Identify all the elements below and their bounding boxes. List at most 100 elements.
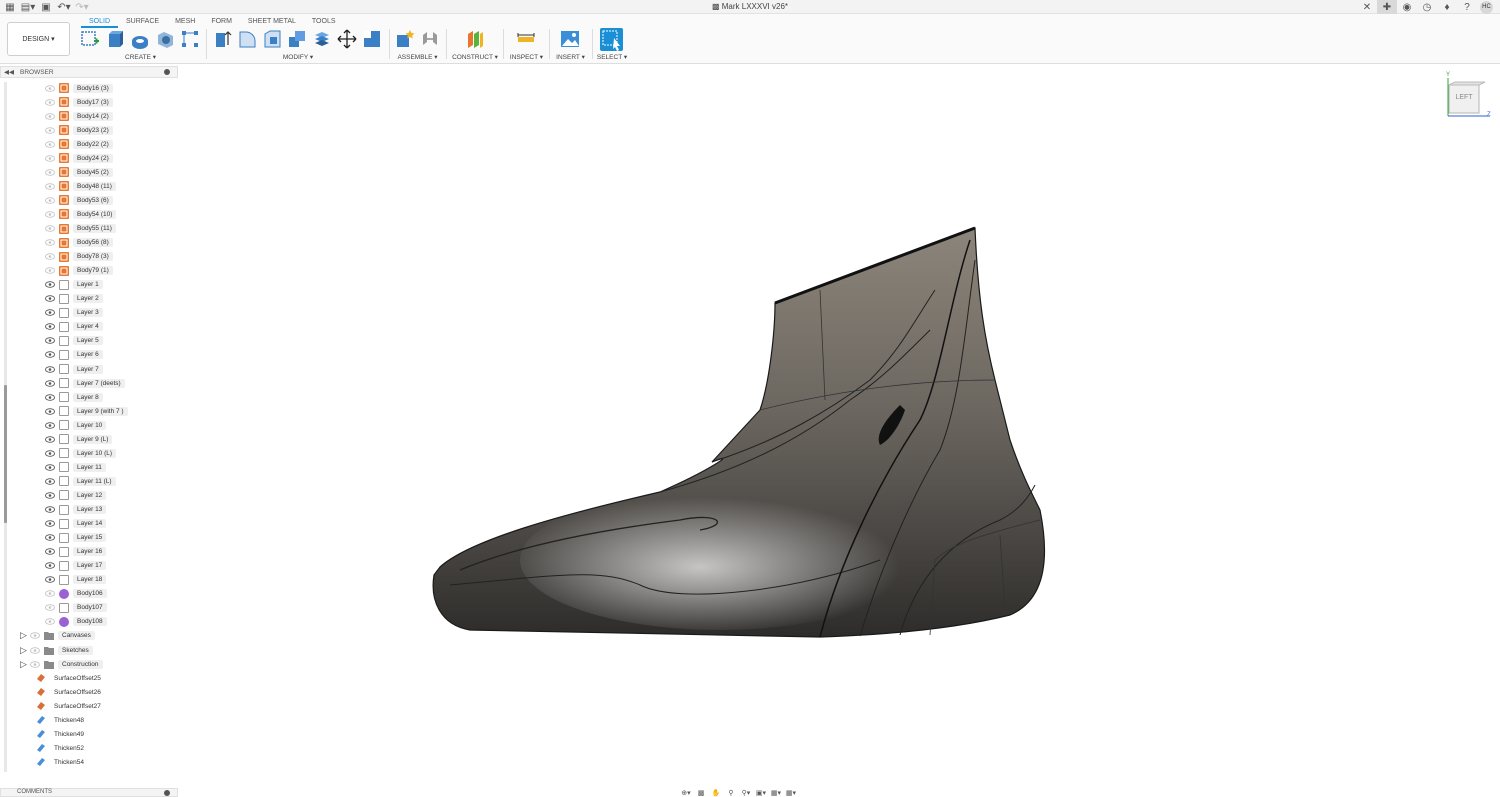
job-status-icon[interactable]: ◷ — [1417, 0, 1437, 14]
browser-item[interactable]: SurfaceOffset27 — [32, 700, 105, 712]
revolve-icon[interactable] — [130, 29, 150, 49]
browser-item[interactable]: Body54 (10) — [45, 208, 117, 220]
browser-item[interactable]: Layer 15 — [45, 532, 107, 544]
tab-solid[interactable]: SOLID — [81, 17, 119, 28]
eye-visible-icon[interactable] — [45, 506, 55, 513]
tab-tools[interactable]: TOOLS — [304, 17, 344, 28]
create-menu[interactable]: CREATE ▾ — [118, 53, 163, 61]
eye-visible-icon[interactable] — [45, 407, 55, 415]
comments-panel[interactable]: COMMENTS — [0, 788, 178, 797]
view-cube[interactable]: LEFT Y Z — [1440, 72, 1496, 122]
browser-item[interactable]: Layer 11 (L) — [45, 475, 116, 487]
tab-mesh[interactable]: MESH — [167, 17, 203, 28]
expand-arrow-icon[interactable]: ▷ — [20, 659, 30, 670]
tab-sheet-metal[interactable]: SHEET METAL — [240, 17, 304, 28]
eye-visible-icon[interactable] — [45, 492, 55, 499]
browser-item[interactable]: Layer 7 — [45, 363, 103, 375]
browser-item[interactable]: Layer 3 — [45, 307, 103, 319]
browser-item[interactable]: ▷ Construction — [20, 658, 103, 670]
pattern-icon[interactable] — [180, 29, 200, 49]
select-tool-icon[interactable] — [600, 28, 623, 51]
notifications-bell-icon[interactable]: ♦ — [1437, 0, 1457, 14]
insert-image-icon[interactable] — [560, 29, 580, 49]
browser-item[interactable]: Layer 4 — [45, 321, 103, 333]
eye-hidden-icon[interactable] — [45, 155, 55, 162]
browser-item[interactable]: Thicken54 — [32, 756, 88, 768]
eye-visible-icon[interactable] — [45, 351, 55, 359]
user-avatar[interactable]: HC — [1480, 0, 1493, 14]
browser-pin-icon[interactable] — [164, 69, 170, 75]
browser-item[interactable]: Body53 (6) — [45, 194, 113, 206]
hole-icon[interactable] — [155, 29, 175, 49]
zoom-icon[interactable]: ⚲ — [725, 789, 737, 797]
eye-hidden-icon[interactable] — [45, 84, 55, 92]
press-pull-icon[interactable] — [212, 29, 232, 49]
new-component-icon[interactable] — [395, 29, 415, 49]
eye-hidden-icon[interactable] — [30, 632, 40, 640]
inspect-menu[interactable]: INSPECT ▾ — [508, 53, 545, 61]
create-sketch-icon[interactable] — [80, 29, 100, 49]
joint-icon[interactable] — [420, 29, 440, 49]
browser-item[interactable]: Layer 13 — [45, 504, 107, 516]
modify-menu[interactable]: MODIFY ▾ — [278, 53, 318, 61]
assemble-menu[interactable]: ASSEMBLE ▾ — [395, 53, 440, 61]
select-menu[interactable]: SELECT ▾ — [595, 53, 629, 61]
tab-surface[interactable]: SURFACE — [118, 17, 167, 28]
browser-item[interactable]: Layer 9 (with 7 ) — [45, 405, 128, 417]
comments-pin-icon[interactable] — [164, 790, 170, 796]
eye-hidden-icon[interactable] — [30, 660, 40, 668]
browser-item[interactable]: Body78 (3) — [45, 251, 113, 263]
shell-icon[interactable] — [287, 29, 307, 49]
expand-arrow-icon[interactable]: ▷ — [20, 630, 30, 641]
browser-item[interactable]: Body22 (2) — [45, 138, 113, 150]
browser-item[interactable]: Thicken49 — [32, 728, 88, 740]
eye-visible-icon[interactable] — [45, 478, 55, 485]
eye-hidden-icon[interactable] — [45, 225, 55, 232]
browser-item[interactable]: Layer 9 (L) — [45, 433, 113, 445]
help-icon[interactable]: ? — [1457, 0, 1477, 14]
browser-item[interactable]: Body23 (2) — [45, 124, 113, 136]
eye-visible-icon[interactable] — [45, 309, 55, 317]
display-settings-icon[interactable]: ▣▾ — [755, 789, 767, 797]
eye-visible-icon[interactable] — [45, 365, 55, 373]
browser-item[interactable]: Thicken48 — [32, 714, 88, 726]
eye-visible-icon[interactable] — [45, 520, 55, 527]
browser-item[interactable]: Body106 — [45, 588, 107, 600]
browser-item[interactable]: Body55 (11) — [45, 223, 116, 235]
browser-item[interactable]: Layer 10 (L) — [45, 447, 117, 459]
eye-hidden-icon[interactable] — [45, 197, 55, 204]
fillet-icon[interactable] — [237, 29, 257, 49]
eye-visible-icon[interactable] — [45, 379, 55, 387]
look-at-icon[interactable]: ▩ — [695, 789, 707, 797]
browser-item[interactable]: Layer 17 — [45, 560, 107, 572]
browser-item[interactable]: Layer 5 — [45, 335, 103, 347]
canvas-viewport[interactable] — [180, 64, 1500, 786]
insert-menu[interactable]: INSERT ▾ — [554, 53, 587, 61]
eye-hidden-icon[interactable] — [45, 211, 55, 218]
pan-icon[interactable]: ✋ — [710, 789, 722, 797]
eye-hidden-icon[interactable] — [30, 646, 40, 654]
eye-visible-icon[interactable] — [45, 436, 55, 443]
browser-item[interactable]: Layer 2 — [45, 293, 103, 305]
shoe-model-render[interactable] — [180, 64, 1500, 786]
browser-item[interactable]: Thicken52 — [32, 742, 88, 754]
close-tab-icon[interactable]: ✕ — [1357, 0, 1377, 14]
eye-hidden-icon[interactable] — [45, 267, 55, 274]
orbit-icon[interactable]: ⊕▾ — [680, 789, 692, 797]
view-cube-face-label[interactable]: LEFT — [1449, 94, 1479, 101]
fit-icon[interactable]: ⚲▾ — [740, 789, 752, 797]
extensions-icon[interactable]: ◉ — [1397, 0, 1417, 14]
browser-item[interactable]: SurfaceOffset26 — [32, 686, 105, 698]
browser-header[interactable]: ◀◀ BROWSER — [0, 66, 178, 78]
eye-visible-icon[interactable] — [45, 295, 55, 302]
measure-icon[interactable] — [516, 29, 536, 49]
browser-item[interactable]: ▷ Canvases — [20, 630, 95, 642]
eye-hidden-icon[interactable] — [45, 239, 55, 246]
browser-item[interactable]: Layer 12 — [45, 489, 107, 501]
browser-item[interactable]: ▷ Sketches — [20, 644, 93, 656]
browser-item[interactable]: Layer 10 — [45, 419, 107, 431]
eye-visible-icon[interactable] — [45, 393, 55, 401]
browser-item[interactable]: Body108 — [45, 616, 107, 628]
eye-hidden-icon[interactable] — [45, 112, 55, 120]
eye-hidden-icon[interactable] — [45, 140, 55, 148]
